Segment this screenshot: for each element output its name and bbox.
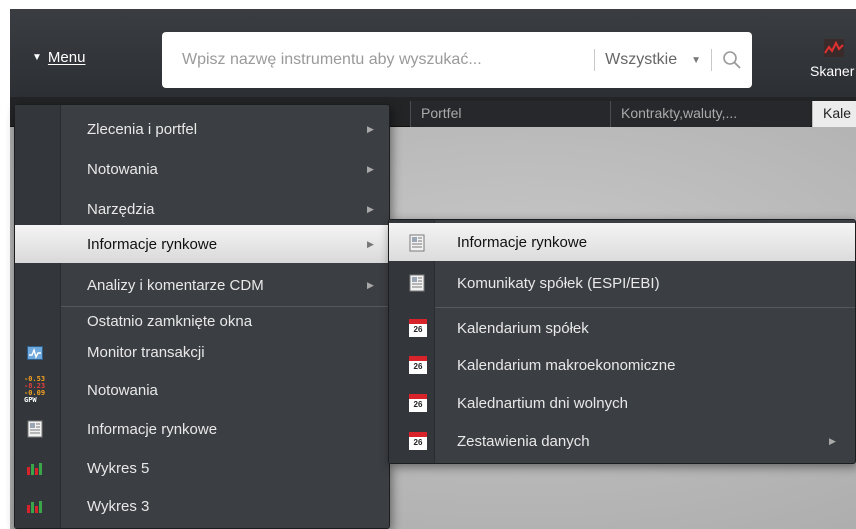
search-box[interactable]: Wpisz nazwę instrumentu aby wyszukać... … (162, 32, 752, 88)
submenu-item-kalendarium-makro[interactable]: 26 Kalendarium makroekonomiczne (389, 345, 855, 385)
monitor-icon (27, 346, 43, 360)
submenu-item-label: Kalendarium makroekonomiczne (457, 356, 676, 374)
main-menu: Zlecenia i portfel ▶ Notowania ▶ Narzędz… (14, 104, 391, 529)
document-icon (409, 234, 425, 252)
recent-header-label: Ostatnio zamknięte okna (87, 312, 253, 330)
tab-kalendarium[interactable]: Kale (812, 101, 856, 127)
menu-item-zlecenia[interactable]: Zlecenia i portfel ▶ (15, 109, 389, 149)
dropdown-arrow-icon: ▼ (691, 54, 701, 66)
calendar-icon: 26 (409, 319, 427, 337)
tab-portfel[interactable]: Portfel (410, 101, 610, 127)
skaner-label: Skaner (810, 63, 855, 79)
menu-item-label: Informacje rynkowe (87, 235, 218, 253)
recent-item-label: Monitor transakcji (87, 343, 205, 361)
calendar-icon: 26 (409, 432, 427, 450)
submenu-item-zestawienia-danych[interactable]: 26 Zestawienia danych ▶ (389, 421, 855, 461)
chevron-right-icon: ▶ (829, 435, 836, 446)
submenu-item-kalendarium-spolek[interactable]: 26 Kalendarium spółek (389, 308, 855, 348)
tab-kontrakty[interactable]: Kontrakty,waluty,... (610, 101, 810, 127)
chart-icon (27, 463, 42, 475)
menu-item-label: Notowania (87, 160, 158, 178)
recent-item-label: Wykres 5 (87, 459, 150, 477)
recent-item-informacje-rynkowe[interactable]: Informacje rynkowe (15, 410, 389, 448)
submenu-item-label: Kalendarium spółek (457, 319, 589, 337)
skaner-button[interactable]: Skaner (810, 39, 854, 79)
tab-label: Kale (823, 105, 852, 121)
scanner-chart-icon (824, 39, 844, 57)
chevron-right-icon: ▶ (367, 123, 374, 134)
caret-down-icon: ▼ (32, 52, 42, 63)
submenu-item-label: Kalednartium dni wolnych (457, 394, 628, 412)
recent-item-label: Notowania (87, 381, 158, 399)
menu-item-label: Narzędzia (87, 200, 155, 218)
menu-item-notowania[interactable]: Notowania ▶ (15, 149, 389, 189)
document-icon (409, 274, 425, 292)
tab-label: Portfel (421, 105, 462, 121)
chevron-right-icon: ▶ (367, 279, 374, 290)
tab-label: Kontrakty,waluty,... (621, 105, 738, 121)
menu-item-analizy[interactable]: Analizy i komentarze CDM ▶ (15, 265, 389, 305)
chevron-right-icon: ▶ (367, 203, 374, 214)
recent-item-wykres-5[interactable]: Wykres 5 (15, 449, 389, 487)
recent-item-monitor-transakcji[interactable]: Monitor transakcji (15, 333, 389, 371)
search-scope-value: Wszystkie (605, 51, 678, 68)
calendar-icon: 26 (409, 356, 427, 374)
chart-icon (27, 501, 42, 513)
menu-item-label: Zlecenia i portfel (87, 120, 198, 138)
search-input[interactable]: Wpisz nazwę instrumentu aby wyszukać... (162, 51, 594, 69)
gpw-label: GPW (24, 396, 37, 404)
calendar-day: 26 (413, 362, 423, 371)
submenu-item-label: Informacje rynkowe (457, 233, 588, 251)
search-scope-select[interactable]: Wszystkie ▼ (595, 51, 711, 69)
calendar-day: 26 (413, 438, 423, 447)
search-icon[interactable] (712, 50, 752, 70)
menu-item-informacje-rynkowe[interactable]: Informacje rynkowe ▶ (15, 225, 389, 263)
gpw-quotes-icon: -0.53 -8.23 -0.09 GPW (24, 376, 46, 404)
chevron-right-icon: ▶ (367, 238, 374, 249)
menu-item-label: Analizy i komentarze CDM (87, 276, 264, 294)
submenu-item-label: Zestawienia danych (457, 432, 590, 450)
recent-item-label: Informacje rynkowe (87, 420, 218, 438)
submenu-item-dni-wolne[interactable]: 26 Kalednartium dni wolnych (389, 383, 855, 423)
recent-item-notowania[interactable]: -0.53 -8.23 -0.09 GPW Notowania (15, 371, 389, 409)
menu-button[interactable]: ▼ Menu (32, 49, 85, 66)
recent-item-wykres-3[interactable]: Wykres 3 (15, 487, 389, 525)
chevron-right-icon: ▶ (367, 163, 374, 174)
recent-item-label: Wykres 3 (87, 497, 150, 515)
calendar-day: 26 (413, 400, 423, 409)
menu-item-narzedzia[interactable]: Narzędzia ▶ (15, 189, 389, 229)
calendar-day: 26 (413, 325, 423, 334)
menu-button-label: Menu (47, 49, 86, 66)
submenu-item-informacje-rynkowe[interactable]: Informacje rynkowe (389, 223, 855, 261)
submenu-item-label: Komunikaty spółek (ESPI/EBI) (457, 274, 660, 292)
top-toolbar: ▼ Menu Wpisz nazwę instrumentu aby wyszu… (10, 9, 856, 97)
submenu-item-komunikaty-spolek[interactable]: Komunikaty spółek (ESPI/EBI) (389, 263, 855, 303)
document-icon (27, 420, 43, 438)
informacje-rynkowe-submenu: Informacje rynkowe Komunikaty spółek (ES… (388, 219, 856, 464)
calendar-icon: 26 (409, 394, 427, 412)
